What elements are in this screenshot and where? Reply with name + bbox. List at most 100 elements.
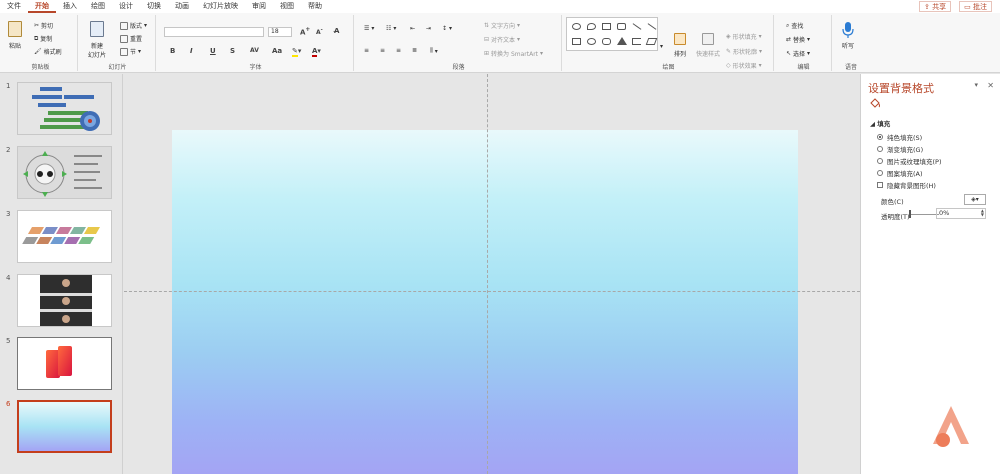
- paste-button[interactable]: 粘贴: [8, 21, 22, 50]
- gradient-fill-option[interactable]: 渐变填充(G): [877, 144, 923, 154]
- thumbnail-number: 3: [6, 210, 11, 218]
- hide-background-graphics-option[interactable]: 隐藏背景图形(H): [877, 180, 936, 190]
- callout-shape-icon[interactable]: [587, 23, 596, 30]
- transparency-slider[interactable]: [911, 214, 939, 215]
- rectangle-shape-icon[interactable]: [572, 38, 581, 45]
- shape-outline-button[interactable]: ✎ 形状轮廓 ▾: [726, 47, 762, 56]
- menu-transitions[interactable]: 切换: [140, 0, 168, 13]
- align-center-button[interactable]: ≡: [380, 47, 385, 54]
- transparency-input[interactable]: 0% ▲ ▼: [936, 208, 986, 219]
- rounded-rect-shape-icon[interactable]: [602, 38, 611, 45]
- shape-fill-button[interactable]: ◈ 形状填充 ▾: [726, 32, 762, 41]
- cut-button[interactable]: ✂ 剪切: [34, 21, 53, 30]
- menu-animations[interactable]: 动画: [168, 0, 196, 13]
- slide-thumbnail-6[interactable]: [17, 400, 112, 453]
- arrange-button[interactable]: 排列: [674, 33, 686, 58]
- oval-shape-icon[interactable]: [587, 38, 596, 45]
- comment-button[interactable]: ▭ 批注: [959, 1, 992, 12]
- share-button[interactable]: ⇪ 共享: [919, 1, 952, 12]
- spinner[interactable]: ▲ ▼: [981, 209, 984, 217]
- transparency-slider-thumb[interactable]: [909, 210, 911, 218]
- slide-thumbnail-5[interactable]: [17, 337, 112, 390]
- slide-thumbnail-4[interactable]: [17, 274, 112, 327]
- align-right-button[interactable]: ≡: [396, 47, 401, 54]
- dictate-button[interactable]: 听写: [842, 21, 854, 50]
- picture-fill-option[interactable]: 图片或纹理填充(P): [877, 156, 942, 166]
- font-color-button[interactable]: A▾: [312, 47, 321, 57]
- slide-thumbnail-1[interactable]: [17, 82, 112, 135]
- arrow-line-shape-icon[interactable]: [647, 23, 657, 30]
- change-case-button[interactable]: Aa: [272, 47, 282, 55]
- smartart-button[interactable]: ⊞ 转换为 SmartArt ▾: [484, 49, 543, 58]
- radio-selected[interactable]: [877, 134, 883, 140]
- horizontal-guide[interactable]: [124, 291, 860, 292]
- reset-button[interactable]: 重置: [120, 34, 142, 43]
- slide-thumbnail-2[interactable]: [17, 146, 112, 199]
- underline-button[interactable]: U: [210, 47, 216, 55]
- align-left-button[interactable]: ≡: [364, 47, 369, 54]
- fill-section-header[interactable]: ◢ 填充: [870, 118, 890, 128]
- pattern-fill-option[interactable]: 图案填充(A): [877, 168, 923, 178]
- replace-button[interactable]: ⇄ 替换 ▾: [786, 35, 810, 44]
- italic-button[interactable]: I: [190, 47, 193, 55]
- parallelogram-shape-icon[interactable]: [645, 38, 658, 45]
- layout-button[interactable]: 版式 ▾: [120, 21, 147, 30]
- strikethrough-button[interactable]: S: [230, 47, 235, 55]
- menu-review[interactable]: 审阅: [245, 0, 273, 13]
- shapes-gallery[interactable]: [566, 17, 658, 51]
- clear-format-button[interactable]: A̶: [334, 27, 339, 35]
- pane-close-button[interactable]: ✕: [987, 81, 994, 90]
- menu-design[interactable]: 设计: [112, 0, 140, 13]
- quick-styles-button[interactable]: 快速样式: [696, 33, 720, 58]
- char-spacing-button[interactable]: AV: [250, 47, 259, 54]
- bullets-button[interactable]: ☰ ▾: [364, 25, 374, 32]
- justify-button[interactable]: ≣: [412, 47, 417, 54]
- radio[interactable]: [877, 170, 883, 176]
- columns-button[interactable]: ⫼ ▾: [430, 47, 438, 55]
- radio[interactable]: [877, 158, 883, 164]
- format-painter-button[interactable]: 🖌 格式刷: [34, 47, 62, 56]
- checkbox[interactable]: [877, 182, 883, 188]
- increase-indent-button[interactable]: ⇥: [426, 25, 431, 32]
- decrease-indent-button[interactable]: ⇤: [410, 25, 415, 32]
- grow-font-button[interactable]: A+: [300, 27, 310, 36]
- align-text-button[interactable]: ⊟ 对齐文本 ▾: [484, 35, 520, 44]
- vertical-guide[interactable]: [487, 74, 488, 474]
- donut-shape-icon[interactable]: [572, 23, 581, 30]
- font-size-combo[interactable]: 18: [268, 27, 292, 37]
- shapes-more-button[interactable]: ▾: [660, 43, 663, 50]
- connector-shape-icon[interactable]: [632, 38, 641, 45]
- slide-thumbnail-3[interactable]: [17, 210, 112, 263]
- menu-home[interactable]: 开始: [28, 0, 56, 13]
- menu-file[interactable]: 文件: [0, 0, 28, 13]
- numbering-button[interactable]: ☷ ▾: [386, 25, 396, 32]
- menu-view[interactable]: 视图: [273, 0, 301, 13]
- copy-button[interactable]: ⧉ 复制: [34, 34, 52, 44]
- textbox-shape-icon[interactable]: [602, 23, 611, 30]
- color-picker-button[interactable]: ◈▾: [964, 194, 986, 205]
- find-button[interactable]: ⌕ 查找: [786, 21, 803, 31]
- menu-slideshow[interactable]: 幻灯片放映: [196, 0, 245, 13]
- line-shape-icon[interactable]: [632, 23, 642, 30]
- select-button[interactable]: ↖ 选择 ▾: [786, 49, 810, 58]
- current-slide[interactable]: [172, 130, 798, 474]
- solid-fill-option[interactable]: 纯色填充(S): [877, 132, 922, 142]
- menu-draw[interactable]: 绘图: [84, 0, 112, 13]
- shape-effects-button[interactable]: ◇ 形状效果 ▾: [726, 61, 762, 70]
- bold-button[interactable]: B: [170, 47, 175, 55]
- slide-canvas[interactable]: [124, 74, 860, 474]
- menu-insert[interactable]: 插入: [56, 0, 84, 13]
- highlight-button[interactable]: ✎▾: [292, 47, 301, 57]
- radio[interactable]: [877, 146, 883, 152]
- frame-shape-icon[interactable]: [617, 23, 626, 30]
- new-slide-button[interactable]: 新建 幻灯片: [88, 21, 106, 59]
- section-button[interactable]: 节 ▾: [120, 47, 141, 56]
- font-name-combo[interactable]: [164, 27, 264, 37]
- text-direction-button[interactable]: ⇅ 文字方向 ▾: [484, 21, 520, 30]
- menu-help[interactable]: 帮助: [301, 0, 329, 13]
- triangle-shape-icon[interactable]: [617, 37, 627, 45]
- line-spacing-button[interactable]: ↕ ▾: [442, 25, 452, 32]
- paint-bucket-icon[interactable]: [869, 98, 881, 109]
- pane-options-button[interactable]: ▾: [974, 81, 978, 89]
- shrink-font-button[interactable]: A-: [316, 27, 323, 36]
